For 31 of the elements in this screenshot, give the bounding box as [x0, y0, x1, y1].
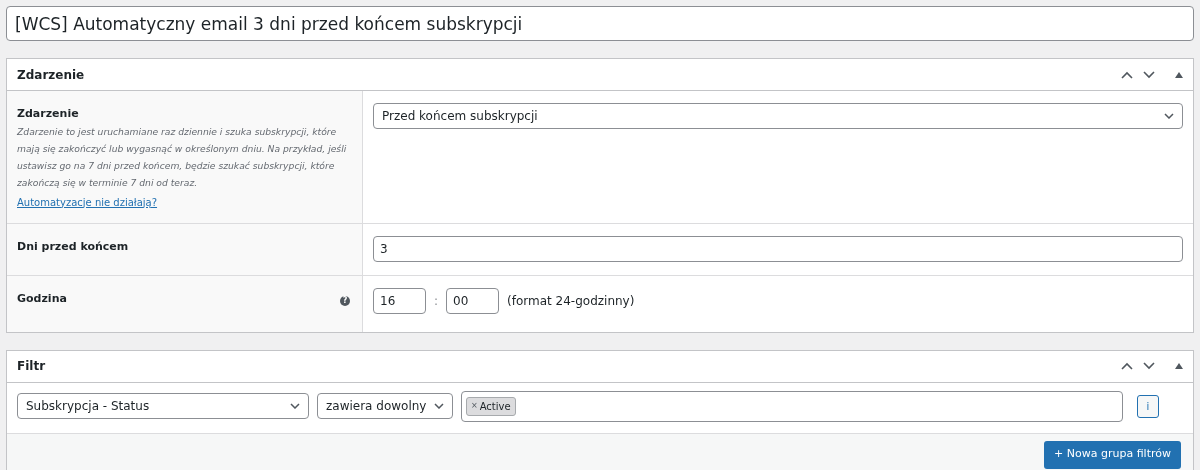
panel-title: Zdarzenie — [17, 66, 86, 84]
add-filter-group-button[interactable]: + Nowa grupa filtrów — [1044, 440, 1181, 469]
move-up-icon[interactable] — [1121, 362, 1133, 370]
info-button[interactable]: i — [1137, 394, 1159, 418]
title-field[interactable]: [WCS] Automatyczny email 3 dni przed końcem subskrypcji — [6, 6, 1194, 41]
field-description: Zdarzenie to jest uruchamiane raz dziennie i szuka subskrypcji, które mają się zakończyć lub wygasnąć w określonym dniu. Na przykład, jeśli ustawisz go na 7 dni przed końcem, będzie szukać subskrypcji, które zakończą się w terminie 7 dni od teraz. — [17, 124, 348, 190]
move-up-icon[interactable] — [1121, 70, 1133, 79]
minutes-field[interactable]: 00 — [446, 288, 500, 314]
help-link[interactable]: Automatyzacje nie działają? — [17, 194, 158, 210]
chevron-down-icon[interactable] — [290, 403, 300, 409]
hours-field[interactable]: 16 — [373, 288, 426, 314]
value-field[interactable]: × Active — [461, 390, 1123, 422]
move-down-icon[interactable] — [1143, 70, 1155, 79]
trigger-select[interactable]: Przed końcem subskrypcji — [373, 103, 1183, 129]
panel-title: Filtr — [17, 358, 47, 375]
tag-label: Active — [479, 399, 511, 414]
help-icon[interactable]: ? — [340, 296, 350, 306]
chevron-down-icon[interactable] — [1164, 113, 1174, 119]
input-field[interactable]: 3 — [373, 235, 1183, 262]
field-label: Zdarzenie — [17, 106, 79, 122]
move-down-icon[interactable] — [1143, 362, 1155, 370]
collapse-icon[interactable] — [1175, 71, 1183, 78]
filter-field-select[interactable]: Subskrypcja - Status — [17, 393, 309, 419]
field-label: Godzina — [17, 291, 67, 307]
operator-select[interactable]: zawiera dowolny — [317, 393, 453, 419]
remove-tag-button[interactable]: × — [471, 400, 478, 412]
time-separator: : — [433, 293, 440, 310]
format-note: (format 24-godzinny) — [507, 293, 635, 310]
collapse-icon[interactable] — [1175, 363, 1183, 369]
chevron-down-icon[interactable] — [434, 403, 444, 409]
field-label: Dni przed końcem — [17, 238, 129, 255]
